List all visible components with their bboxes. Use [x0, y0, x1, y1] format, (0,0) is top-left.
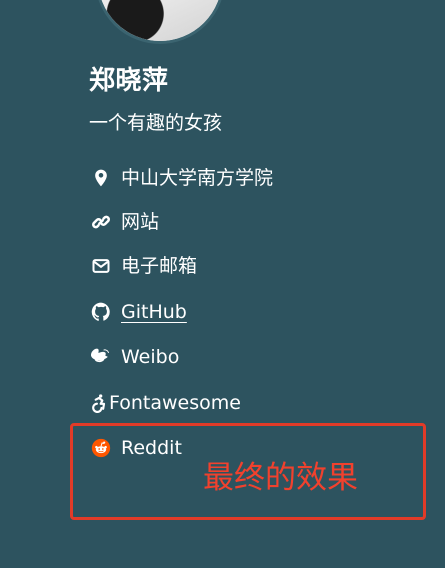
- github-label: GitHub: [121, 301, 187, 323]
- location-pin-icon: [89, 166, 113, 190]
- fontawesome-label: Fontawesome: [109, 392, 241, 414]
- avatar-photo: [98, 0, 222, 41]
- avatar: [95, 0, 225, 44]
- website-label: 网站: [121, 211, 160, 233]
- profile-bio: 一个有趣的女孩: [89, 112, 223, 134]
- annotation-text: 最终的效果: [203, 460, 358, 496]
- location-item: 中山大学南方学院: [89, 160, 273, 196]
- weibo-icon: [89, 345, 113, 369]
- link-icon: [89, 210, 113, 234]
- profile-page: 郑晓萍 一个有趣的女孩 中山大学南方学院 网站 电子邮箱 GitHub Weib…: [0, 0, 445, 568]
- github-link[interactable]: GitHub: [89, 294, 187, 330]
- fontawesome-link[interactable]: Fontawesome: [89, 385, 241, 421]
- location-label: 中山大学南方学院: [121, 167, 274, 189]
- envelope-icon: [89, 254, 113, 278]
- weibo-label: Weibo: [121, 346, 180, 368]
- email-label: 电子邮箱: [121, 255, 198, 277]
- email-link[interactable]: 电子邮箱: [89, 248, 197, 284]
- profile-name: 郑晓萍: [89, 66, 169, 96]
- accessibility-icon: [89, 391, 109, 415]
- website-link[interactable]: 网站: [89, 204, 159, 240]
- weibo-link[interactable]: Weibo: [89, 339, 179, 375]
- github-icon: [89, 300, 113, 324]
